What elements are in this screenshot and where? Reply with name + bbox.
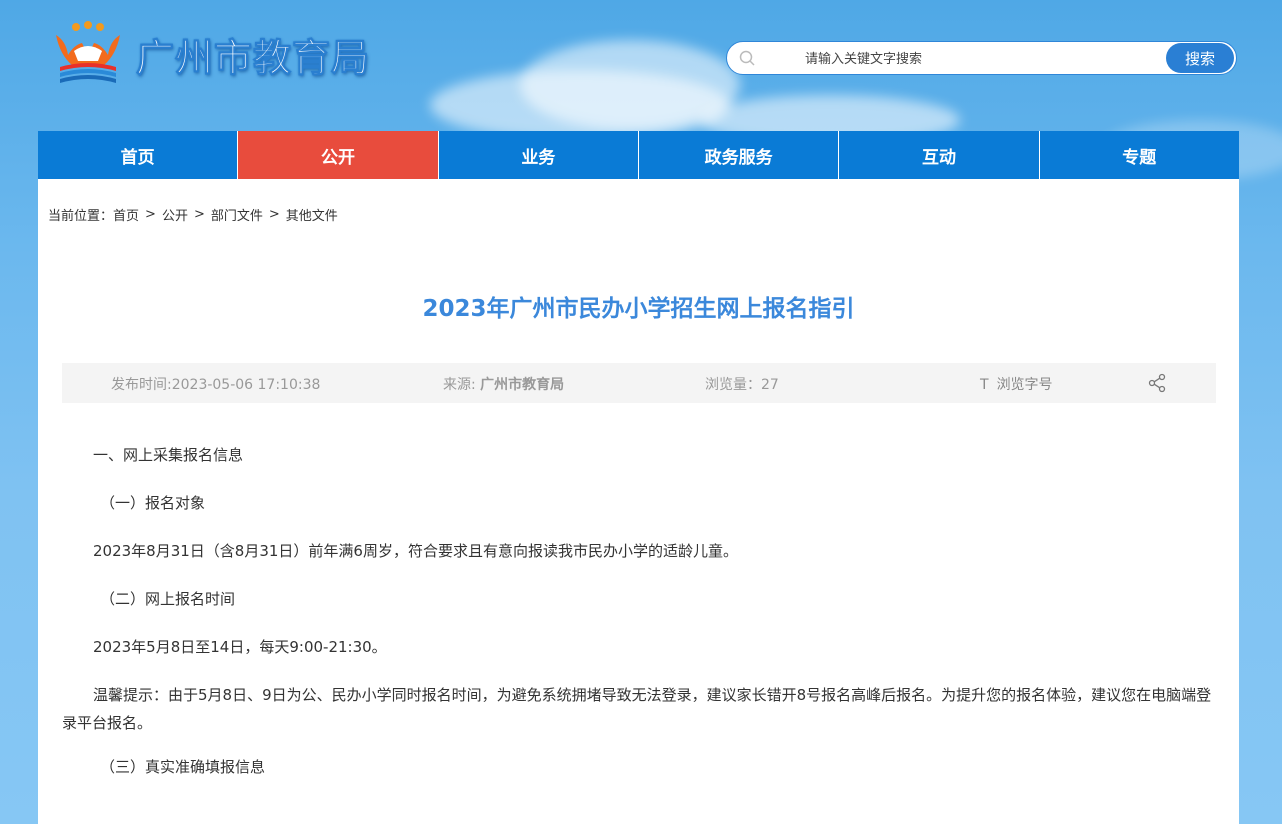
nav-item-topics[interactable]: 专题 <box>1040 131 1239 179</box>
breadcrumb-item-public[interactable]: 公开 <box>162 205 188 224</box>
publish-time: 发布时间:2023-05-06 17:10:38 <box>111 377 321 393</box>
source-label: 来源: <box>443 377 481 393</box>
breadcrumb-item-home[interactable]: 首页 <box>113 205 139 224</box>
view-count: 浏览量：27 <box>705 377 779 393</box>
article-paragraph: （二）网上报名时间 <box>100 590 236 608</box>
search-button[interactable]: 搜索 <box>1166 43 1234 73</box>
search-box: 搜索 <box>726 41 1237 75</box>
breadcrumb-separator: > <box>268 207 280 222</box>
education-bureau-logo-icon <box>56 21 120 83</box>
breadcrumb-separator: > <box>145 207 156 222</box>
font-size-label: 浏览字号 <box>996 377 1053 393</box>
article-paragraph: （三）真实准确填报信息 <box>100 758 266 776</box>
nav-item-public[interactable]: 公开 <box>238 131 439 179</box>
article-source: 来源: 广州市教育局 <box>443 374 564 394</box>
breadcrumb-item-department-files[interactable]: 部门文件 <box>211 205 263 224</box>
breadcrumb-item-other-files[interactable]: 其他文件 <box>286 205 338 224</box>
main-nav: 首页 公开 业务 政务服务 互动 专题 <box>38 131 1239 179</box>
site-header: 广州市教育局 搜索 <box>0 0 1282 131</box>
site-logo[interactable]: 广州市教育局 <box>52 20 370 88</box>
article-paragraph: 2023年8月31日（含8月31日）前年满6周岁，符合要求且有意向报读我市民办小… <box>93 542 738 560</box>
site-title: 广州市教育局 <box>135 35 371 80</box>
source-value: 广州市教育局 <box>480 377 565 393</box>
share-icon[interactable] <box>1148 373 1166 393</box>
article-paragraph: 2023年5月8日至14日，每天9:00-21:30。 <box>93 638 387 656</box>
font-size-control[interactable]: T 浏览字号 <box>980 374 1053 394</box>
search-icon <box>739 50 755 66</box>
font-size-icon: T <box>980 377 989 393</box>
article-paragraph: （一）报名对象 <box>100 494 206 512</box>
nav-item-interaction[interactable]: 互动 <box>839 131 1040 179</box>
breadcrumb-prefix: 当前位置： <box>48 209 114 224</box>
article-body: 一、网上采集报名信息 （一）报名对象 2023年8月31日（含8月31日）前年满… <box>62 441 1212 801</box>
breadcrumb: 当前位置： 首页 > 公开 > 部门文件 > 其他文件 <box>48 205 338 224</box>
article-title: 2023年广州市民办小学招生网上报名指引 <box>422 296 855 322</box>
article-paragraph: 一、网上采集报名信息 <box>93 446 244 464</box>
nav-item-business[interactable]: 业务 <box>439 131 639 179</box>
breadcrumb-separator: > <box>193 207 205 222</box>
content-panel: 当前位置： 首页 > 公开 > 部门文件 > 其他文件 2023年广州市民办小学… <box>38 179 1239 824</box>
nav-item-government-services[interactable]: 政务服务 <box>639 131 840 179</box>
nav-item-home[interactable]: 首页 <box>38 131 239 179</box>
article-paragraph: 温馨提示：由于5月8日、9日为公、民办小学同时报名时间，为避免系统拥堵导致无法登… <box>62 686 1212 732</box>
article-meta-bar: 发布时间:2023-05-06 17:10:38 来源: 广州市教育局 浏览量：… <box>62 363 1216 403</box>
search-input[interactable] <box>767 46 1187 72</box>
